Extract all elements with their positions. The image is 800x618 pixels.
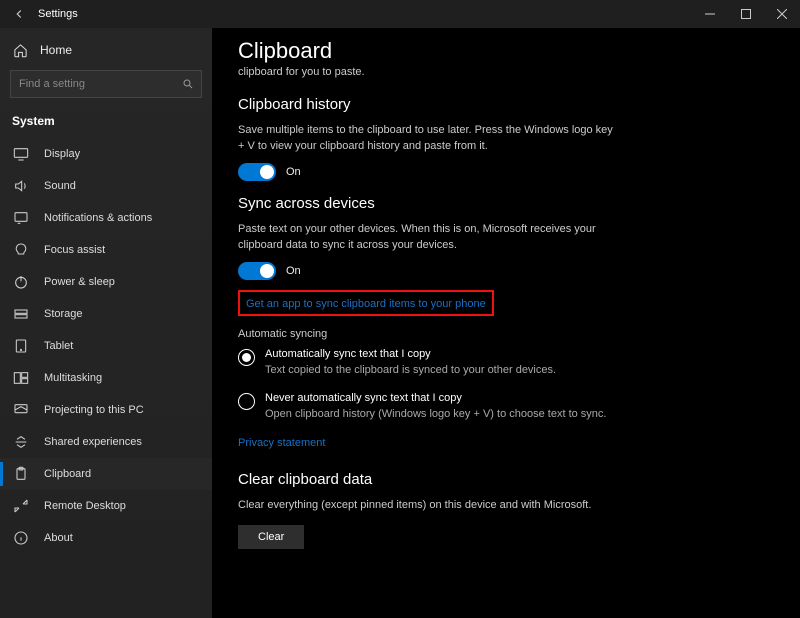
- close-button[interactable]: [764, 0, 800, 28]
- sidebar-nav: Display Sound Notifications & actions Fo…: [0, 138, 212, 618]
- sidebar-item-label: Sound: [44, 180, 76, 192]
- content-pane: Clipboard clipboard for you to paste. Cl…: [212, 28, 800, 618]
- clear-section-title: Clear clipboard data: [238, 471, 774, 488]
- search-input[interactable]: [10, 70, 202, 98]
- window-title: Settings: [38, 8, 78, 20]
- get-app-link[interactable]: Get an app to sync clipboard items to yo…: [246, 298, 486, 310]
- sidebar-category: System: [0, 108, 212, 138]
- sidebar-item-label: Power & sleep: [44, 276, 115, 288]
- sidebar-item-label: Clipboard: [44, 468, 91, 480]
- home-button[interactable]: Home: [0, 34, 212, 66]
- remote-desktop-icon: [12, 497, 30, 515]
- maximize-button[interactable]: [728, 0, 764, 28]
- page-subline: clipboard for you to paste.: [238, 66, 774, 78]
- sidebar-item-shared-experiences[interactable]: Shared experiences: [0, 426, 212, 458]
- notifications-icon: [12, 209, 30, 227]
- sidebar-item-label: About: [44, 532, 73, 544]
- clear-button[interactable]: Clear: [238, 525, 304, 549]
- sidebar-item-focus-assist[interactable]: Focus assist: [0, 234, 212, 266]
- page-title: Clipboard: [238, 38, 774, 64]
- privacy-statement-link[interactable]: Privacy statement: [238, 437, 774, 449]
- focus-assist-icon: [12, 241, 30, 259]
- sync-section-desc: Paste text on your other devices. When t…: [238, 222, 618, 254]
- shared-experiences-icon: [12, 433, 30, 451]
- history-section-title: Clipboard history: [238, 96, 774, 113]
- sidebar-item-label: Shared experiences: [44, 436, 142, 448]
- radio-never-sync-label: Never automatically sync text that I cop…: [265, 392, 606, 404]
- sidebar-item-label: Display: [44, 148, 80, 160]
- clipboard-icon: [12, 465, 30, 483]
- sidebar-item-display[interactable]: Display: [0, 138, 212, 170]
- home-label: Home: [40, 43, 72, 57]
- sync-toggle[interactable]: [238, 262, 276, 280]
- sidebar-item-sound[interactable]: Sound: [0, 170, 212, 202]
- radio-never-sync[interactable]: [238, 393, 255, 410]
- history-toggle[interactable]: [238, 163, 276, 181]
- sidebar-item-remote-desktop[interactable]: Remote Desktop: [0, 490, 212, 522]
- sidebar: Home System Display Sound: [0, 28, 212, 618]
- sidebar-item-label: Notifications & actions: [44, 212, 152, 224]
- history-toggle-label: On: [286, 166, 301, 178]
- sidebar-item-projecting[interactable]: Projecting to this PC: [0, 394, 212, 426]
- sidebar-item-label: Remote Desktop: [44, 500, 126, 512]
- auto-sync-subheading: Automatic syncing: [238, 328, 774, 340]
- about-icon: [12, 529, 30, 547]
- sidebar-item-label: Tablet: [44, 340, 73, 352]
- sidebar-item-about[interactable]: About: [0, 522, 212, 554]
- radio-auto-sync-label: Automatically sync text that I copy: [265, 348, 556, 360]
- get-app-highlight: Get an app to sync clipboard items to yo…: [238, 290, 494, 316]
- radio-never-sync-desc: Open clipboard history (Windows logo key…: [265, 407, 606, 422]
- sidebar-item-tablet[interactable]: Tablet: [0, 330, 212, 362]
- storage-icon: [12, 305, 30, 323]
- sound-icon: [12, 177, 30, 195]
- minimize-button[interactable]: [692, 0, 728, 28]
- radio-auto-sync[interactable]: [238, 349, 255, 366]
- history-section-desc: Save multiple items to the clipboard to …: [238, 123, 618, 155]
- sidebar-item-label: Storage: [44, 308, 83, 320]
- power-icon: [12, 273, 30, 291]
- sync-section-title: Sync across devices: [238, 195, 774, 212]
- display-icon: [12, 145, 30, 163]
- sidebar-item-storage[interactable]: Storage: [0, 298, 212, 330]
- sidebar-item-clipboard[interactable]: Clipboard: [0, 458, 212, 490]
- sidebar-item-label: Multitasking: [44, 372, 102, 384]
- sync-toggle-label: On: [286, 265, 301, 277]
- sidebar-item-label: Projecting to this PC: [44, 404, 144, 416]
- sidebar-item-multitasking[interactable]: Multitasking: [0, 362, 212, 394]
- sidebar-item-label: Focus assist: [44, 244, 105, 256]
- projecting-icon: [12, 401, 30, 419]
- home-icon: [12, 42, 28, 58]
- radio-auto-sync-desc: Text copied to the clipboard is synced t…: [265, 363, 556, 378]
- search-icon: [182, 78, 194, 90]
- clear-section-desc: Clear everything (except pinned items) o…: [238, 498, 618, 514]
- tablet-icon: [12, 337, 30, 355]
- sidebar-item-power-sleep[interactable]: Power & sleep: [0, 266, 212, 298]
- multitasking-icon: [12, 369, 30, 387]
- back-button[interactable]: [0, 7, 38, 21]
- sidebar-item-notifications[interactable]: Notifications & actions: [0, 202, 212, 234]
